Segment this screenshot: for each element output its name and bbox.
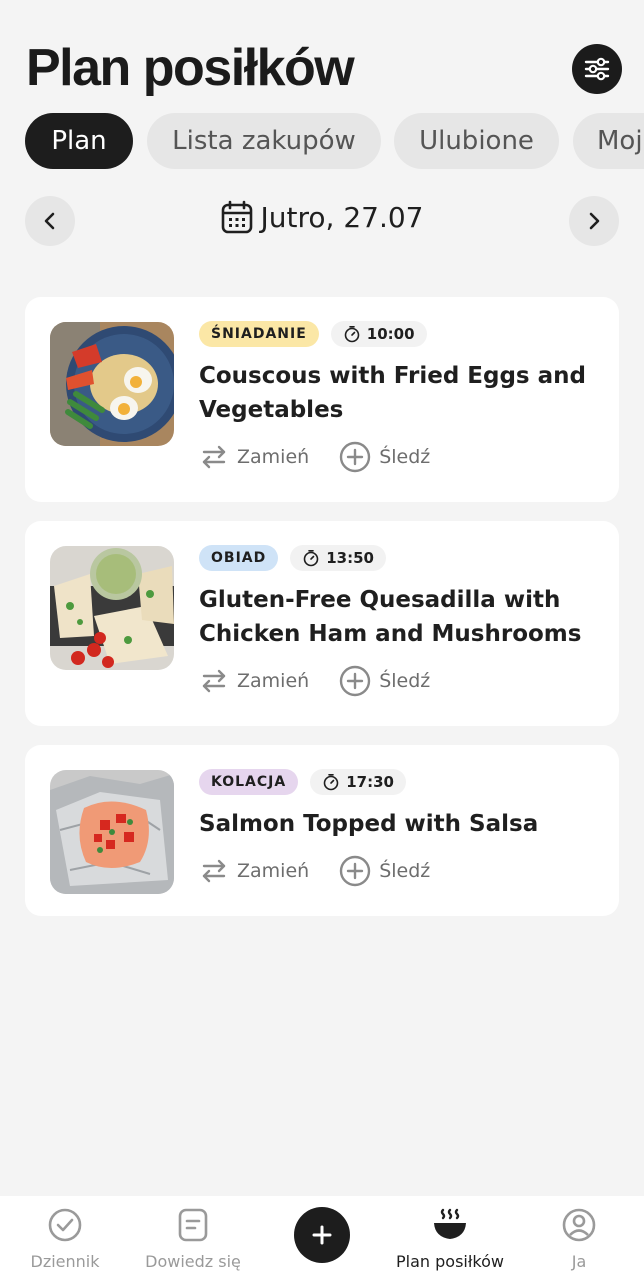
date-display[interactable]: Jutro, 27.07 <box>0 200 644 234</box>
meal-time-badge: 10:00 <box>330 321 427 347</box>
date-navigation: Jutro, 27.07 <box>0 196 644 250</box>
meal-meta: OBIAD 13:50 <box>199 545 386 573</box>
calendar-icon <box>221 200 252 234</box>
tab-bar: Plan Lista zakupów Ulubione Moj <box>0 113 644 171</box>
meal-type-badge: ŚNIADANIE <box>199 321 319 347</box>
meal-time: 13:50 <box>326 549 374 567</box>
bowl-icon <box>434 1208 466 1239</box>
track-label: Śledź <box>379 670 431 692</box>
nav-label: Dziennik <box>30 1252 100 1271</box>
track-button[interactable]: Śledź <box>339 855 430 887</box>
meal-actions: Zamień Śledź <box>199 441 430 473</box>
track-button[interactable]: Śledź <box>339 441 430 473</box>
meal-type-badge: KOLACJA <box>199 769 299 795</box>
sliders-icon <box>584 57 610 81</box>
swap-icon <box>202 669 226 693</box>
tab-favourites[interactable]: Ulubione <box>394 113 559 169</box>
stopwatch-icon <box>323 773 339 791</box>
chevron-right-icon <box>589 212 600 230</box>
stopwatch-icon <box>344 325 360 343</box>
swap-icon <box>202 859 226 883</box>
tab-plan[interactable]: Plan <box>25 113 133 169</box>
header: Plan posiłków <box>0 0 644 110</box>
track-button[interactable]: Śledź <box>339 665 430 697</box>
tab-shopping-list[interactable]: Lista zakupów <box>147 113 381 169</box>
next-day-button[interactable] <box>569 196 619 246</box>
meal-actions: Zamień Śledź <box>199 665 430 697</box>
nav-meal-plan[interactable]: Plan posiłków <box>385 1206 515 1271</box>
swap-label: Zamień <box>237 446 310 468</box>
swap-button[interactable]: Zamień <box>199 666 309 696</box>
swap-button[interactable]: Zamień <box>199 856 309 886</box>
meal-time-badge: 17:30 <box>310 769 406 795</box>
page-title: Plan posiłków <box>26 39 355 97</box>
meal-type-badge: OBIAD <box>199 545 279 571</box>
add-button[interactable] <box>294 1207 350 1263</box>
plus-circle-icon <box>339 665 371 697</box>
stopwatch-icon <box>303 549 319 567</box>
track-label: Śledź <box>379 446 431 468</box>
nav-me[interactable]: Ja <box>514 1206 644 1271</box>
nav-label: Ja <box>571 1252 587 1271</box>
track-label: Śledź <box>379 860 431 882</box>
meal-actions: Zamień Śledź <box>199 855 430 887</box>
meal-time: 17:30 <box>346 773 394 791</box>
swap-button[interactable]: Zamień <box>199 442 309 472</box>
date-label: Jutro, 27.07 <box>260 200 424 234</box>
meal-title[interactable]: Couscous with Fried Eggs and Vegetables <box>199 359 599 427</box>
document-icon <box>178 1208 208 1242</box>
meal-photo <box>50 546 174 670</box>
nav-label: Plan posiłków <box>396 1252 504 1271</box>
swap-icon <box>202 445 226 469</box>
meal-meta: ŚNIADANIE 10:00 <box>199 321 427 349</box>
meal-photo <box>50 322 174 446</box>
meal-card-dinner[interactable]: KOLACJA 17:30 Salmon Topped with Salsa Z… <box>25 745 619 916</box>
meal-title[interactable]: Gluten-Free Quesadilla with Chicken Ham … <box>199 583 599 651</box>
nav-label: Dowiedz się <box>145 1252 241 1271</box>
plus-icon <box>312 1225 332 1245</box>
nav-journal[interactable]: Dziennik <box>0 1206 130 1271</box>
plus-circle-icon <box>339 855 371 887</box>
nav-learn[interactable]: Dowiedz się <box>128 1206 258 1271</box>
meal-meta: KOLACJA 17:30 <box>199 769 406 797</box>
meal-time-badge: 13:50 <box>290 545 386 571</box>
bottom-navigation: Dziennik Dowiedz się Plan posiłków Ja <box>0 1196 644 1280</box>
filter-button[interactable] <box>572 44 622 94</box>
meal-title[interactable]: Salmon Topped with Salsa <box>199 807 599 841</box>
plus-circle-icon <box>339 441 371 473</box>
meal-photo <box>50 770 174 894</box>
check-circle-icon <box>48 1208 82 1242</box>
swap-label: Zamień <box>237 670 310 692</box>
swap-label: Zamień <box>237 860 310 882</box>
meal-time: 10:00 <box>366 325 415 343</box>
meal-card-breakfast[interactable]: ŚNIADANIE 10:00 Couscous with Fried Eggs… <box>25 297 619 502</box>
user-circle-icon <box>562 1208 596 1242</box>
meal-card-lunch[interactable]: OBIAD 13:50 Gluten-Free Quesadilla with … <box>25 521 619 726</box>
tab-mine[interactable]: Moj <box>573 113 644 169</box>
